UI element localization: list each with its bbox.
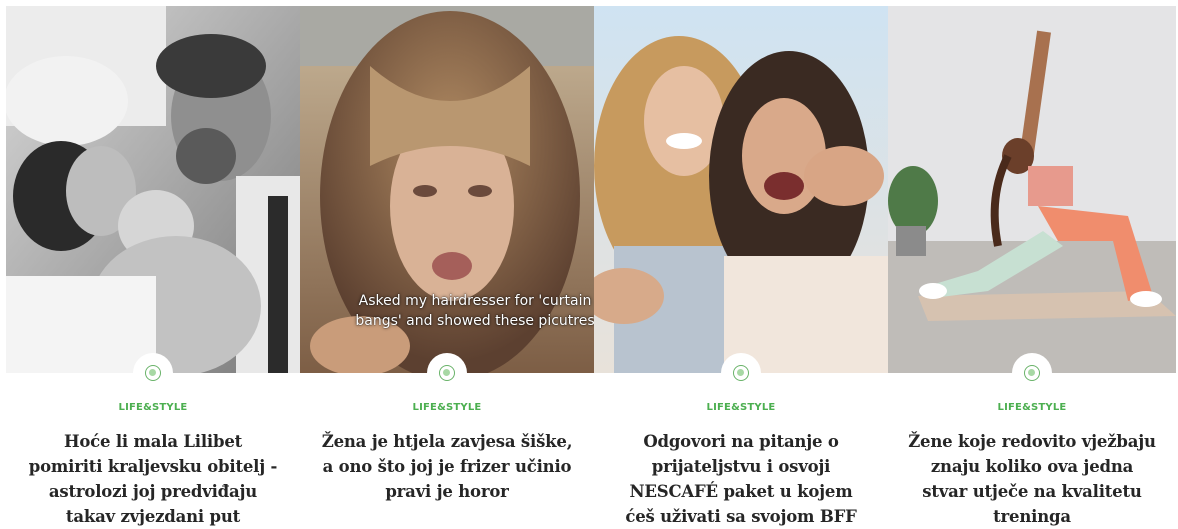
- article-title[interactable]: Žene koje redovito vježbaju znaju koliko…: [908, 429, 1156, 529]
- article-image-1[interactable]: [6, 6, 300, 373]
- article-title[interactable]: Odgovori na pitanje o prijateljstvu i os…: [614, 429, 868, 529]
- category-badge: [1012, 353, 1052, 393]
- life-style-icon: [1024, 365, 1040, 381]
- article-category[interactable]: LIFE&STYLE: [594, 402, 888, 413]
- article-card-1[interactable]: LIFE&STYLE Hoće li mala Lilibet pomiriti…: [6, 6, 300, 526]
- article-title[interactable]: Žena je htjela zavjesa šiške, a ono što …: [320, 429, 574, 504]
- article-card-3[interactable]: LIFE&STYLE Odgovori na pitanje o prijate…: [594, 6, 888, 526]
- life-style-icon: [439, 365, 455, 381]
- article-grid: LIFE&STYLE Hoće li mala Lilibet pomiriti…: [6, 6, 1176, 526]
- category-badge: [721, 353, 761, 393]
- category-badge: [133, 353, 173, 393]
- article-category[interactable]: LIFE&STYLE: [888, 402, 1176, 413]
- article-image-4[interactable]: [888, 6, 1176, 373]
- life-style-icon: [733, 365, 749, 381]
- category-badge: [427, 353, 467, 393]
- article-image-3[interactable]: [594, 6, 888, 373]
- article-card-4[interactable]: LIFE&STYLE Žene koje redovito vježbaju z…: [888, 6, 1176, 526]
- article-image-2[interactable]: Asked my hairdresser for 'curtain bangs'…: [300, 6, 594, 373]
- article-category[interactable]: LIFE&STYLE: [6, 402, 300, 413]
- image-caption: Asked my hairdresser for 'curtain bangs'…: [355, 293, 594, 329]
- article-card-2[interactable]: Asked my hairdresser for 'curtain bangs'…: [300, 6, 594, 526]
- article-title[interactable]: Hoće li mala Lilibet pomiriti kraljevsku…: [26, 429, 280, 529]
- life-style-icon: [145, 365, 161, 381]
- article-category[interactable]: LIFE&STYLE: [300, 402, 594, 413]
